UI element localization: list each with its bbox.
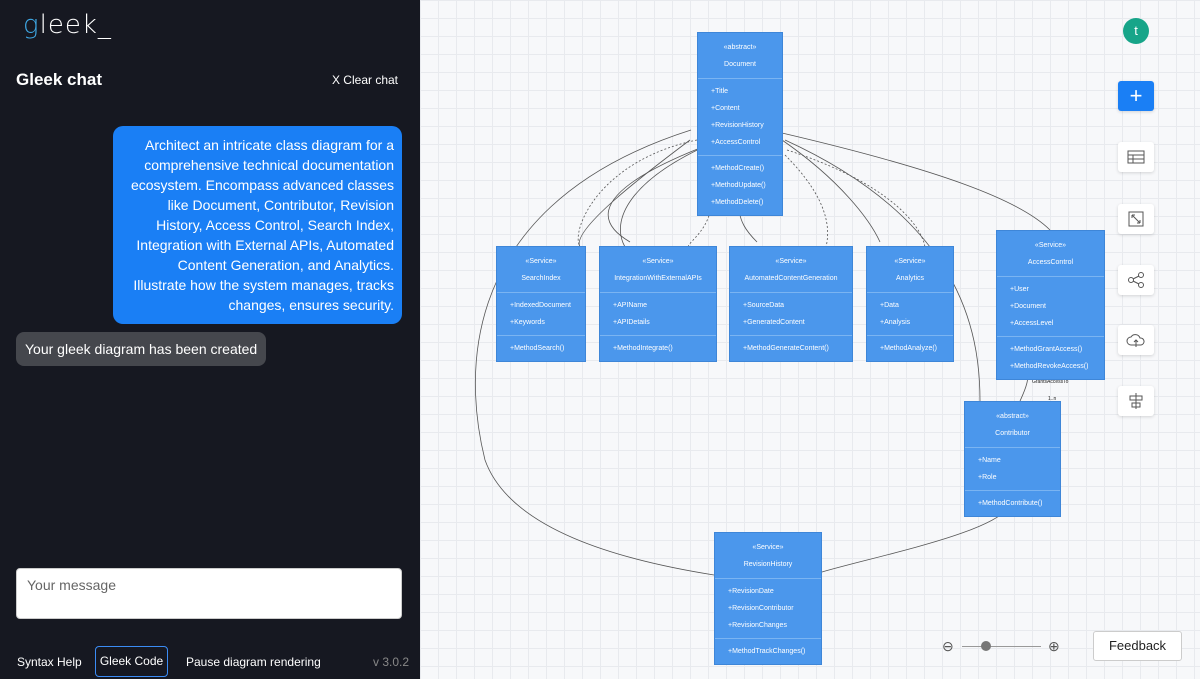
- class-attribute: +AccessControl: [711, 139, 761, 146]
- class-method: +MethodSearch(): [510, 345, 565, 352]
- class-attribute: +APIDetails: [613, 319, 650, 326]
- class-method: +MethodIntegrate(): [613, 345, 673, 352]
- user-avatar[interactable]: t: [1123, 18, 1149, 44]
- align-icon[interactable]: [1118, 386, 1154, 416]
- class-attribute: +Title: [711, 88, 729, 95]
- class-attribute: +Role: [978, 474, 997, 481]
- class-attribute: +Analysis: [880, 319, 911, 326]
- class-method: +MethodGrantAccess(): [1010, 346, 1083, 353]
- class-attribute: +GeneratedContent: [743, 319, 805, 326]
- class-autogen[interactable]: «Service» AutomatedContentGeneration +Sour…: [729, 246, 853, 362]
- class-attribute: +Name: [978, 457, 1001, 464]
- fit-icon[interactable]: [1118, 204, 1154, 234]
- class-name: AccessControl: [1027, 259, 1074, 266]
- zoom-slider-handle[interactable]: [980, 641, 991, 651]
- class-attribute: +RevisionDate: [728, 588, 774, 595]
- class-name: RevisionHistory: [743, 561, 793, 568]
- class-name: Document: [724, 61, 756, 68]
- class-method: +MethodUpdate(): [711, 182, 766, 189]
- chat-title: Gleek chat: [16, 70, 102, 89]
- class-attribute: +APIName: [613, 302, 648, 309]
- syntax-help-link[interactable]: Syntax Help: [17, 647, 82, 677]
- chat-panel: gleek_ Gleek chat X Clear chat Architect…: [0, 0, 420, 679]
- zoom-in-icon[interactable]: ⊕: [1048, 638, 1060, 655]
- class-name: AutomatedContentGeneration: [744, 275, 838, 282]
- edge: [784, 154, 828, 248]
- class-method: +MethodAnalyze(): [880, 345, 938, 352]
- class-method: +MethodTrackChanges(): [728, 648, 806, 655]
- edge: [781, 139, 881, 243]
- class-name: IntegrationWithExternalAPIs: [614, 275, 702, 282]
- gleek-logo: gleek_: [23, 10, 112, 40]
- class-attribute: +Content: [711, 105, 740, 112]
- feedback-button[interactable]: Feedback: [1093, 631, 1182, 661]
- share-icon[interactable]: [1118, 265, 1154, 295]
- class-stereotype: «Service»: [525, 258, 557, 265]
- edge: [578, 139, 691, 248]
- class-analytics[interactable]: «Service» Analytics +Data +Analysis +MethodA…: [866, 246, 954, 362]
- class-document[interactable]: «abstract» Document +Title +Content +Revisio…: [697, 32, 783, 216]
- class-attribute: +AccessLevel: [1010, 320, 1054, 327]
- diagram-canvas[interactable]: 1 GrantsAccessTo 1..n «abstract»Document…: [420, 0, 1200, 679]
- class-method: +MethodDelete(): [711, 199, 764, 206]
- class-revisionhistory[interactable]: «Service» RevisionHistory +RevisionDate +Re…: [714, 532, 822, 665]
- version-label: v 3.0.2: [373, 655, 410, 669]
- pause-rendering-button[interactable]: Pause diagram rendering: [186, 647, 321, 677]
- class-attribute: +RevisionContributor: [728, 605, 794, 612]
- class-stereotype: «Service»: [752, 544, 784, 551]
- class-method: +MethodRevokeAccess(): [1010, 363, 1089, 370]
- class-stereotype: «Service»: [775, 258, 807, 265]
- class-method: +MethodContribute(): [978, 500, 1043, 507]
- class-stereotype: «abstract»: [996, 413, 1029, 420]
- table-icon[interactable]: [1118, 142, 1154, 172]
- class-integration[interactable]: «Service» IntegrationWithExternalAPIs +API…: [599, 246, 717, 362]
- class-name: Contributor: [995, 430, 1030, 437]
- gleek-code-button[interactable]: Gleek Code: [95, 646, 168, 677]
- class-attribute: +Data: [880, 302, 899, 309]
- class-accesscontrol[interactable]: «Service» AccessControl +User +Document +Acc…: [996, 230, 1105, 380]
- class-attribute: +Document: [1010, 303, 1046, 310]
- class-method: +MethodGenerateContent(): [743, 345, 829, 352]
- class-attribute: +SourceData: [743, 302, 785, 309]
- edge: [607, 147, 701, 243]
- bot-message: Your gleek diagram has been created: [16, 332, 267, 366]
- message-input[interactable]: Your message: [16, 568, 402, 619]
- user-message: Architect an intricate class diagram for…: [113, 126, 402, 324]
- class-attribute: +Keywords: [510, 319, 545, 326]
- zoom-out-icon[interactable]: ⊖: [942, 638, 954, 655]
- class-stereotype: «abstract»: [723, 44, 757, 51]
- class-stereotype: «Service»: [894, 258, 926, 265]
- zoom-slider[interactable]: [962, 646, 1041, 647]
- clear-chat-button[interactable]: X Clear chat: [332, 73, 398, 87]
- class-attribute: +RevisionChanges: [728, 622, 787, 629]
- class-attribute: +User: [1010, 286, 1029, 293]
- edge: [781, 132, 1051, 231]
- class-name: Analytics: [895, 275, 924, 282]
- cloud-icon[interactable]: [1118, 325, 1154, 355]
- class-searchindex[interactable]: «Service» SearchIndex +IndexedDocument +Key…: [496, 246, 586, 362]
- edge: [577, 139, 698, 248]
- add-icon[interactable]: +: [1118, 81, 1154, 111]
- class-attribute: +RevisionHistory: [711, 122, 764, 129]
- class-attribute: +IndexedDocument: [510, 302, 571, 309]
- class-method: +MethodCreate(): [711, 165, 765, 172]
- class-stereotype: «Service»: [1034, 242, 1067, 249]
- class-contributor[interactable]: «abstract» Contributor +Name +Role +MethodCo…: [964, 401, 1061, 517]
- class-name: SearchIndex: [521, 275, 561, 282]
- class-stereotype: «Service»: [642, 258, 674, 265]
